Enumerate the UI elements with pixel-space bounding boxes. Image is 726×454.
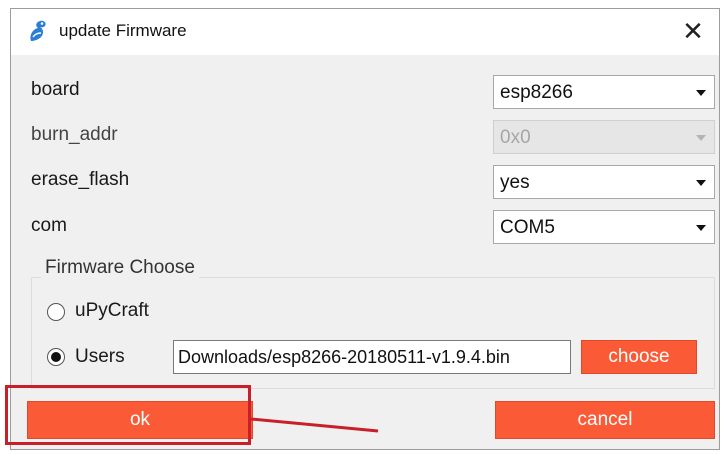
ok-button[interactable]: ok	[27, 401, 253, 439]
erase-flash-label: erase_flash	[31, 169, 130, 190]
erase-flash-select[interactable]: yes	[493, 165, 715, 199]
close-icon: ✕	[682, 15, 704, 46]
burn-addr-select-value: 0x0	[500, 127, 531, 148]
uPyCraft-logo-icon	[27, 19, 49, 43]
cancel-button-label: cancel	[577, 409, 633, 430]
users-radio[interactable]	[47, 348, 65, 366]
close-button[interactable]: ✕	[675, 13, 711, 49]
com-select[interactable]: COM5	[493, 210, 715, 244]
chevron-down-icon	[696, 90, 706, 96]
cancel-button[interactable]: cancel	[495, 401, 715, 439]
firmware-choose-legend: Firmware Choose	[41, 257, 199, 279]
upycraft-radio-label[interactable]: uPyCraft	[75, 300, 149, 322]
board-select-value: esp8266	[500, 82, 573, 103]
burn-addr-label: burn_addr	[31, 124, 118, 145]
erase-flash-select-value: yes	[500, 172, 530, 193]
choose-button-label: choose	[608, 346, 670, 367]
update-firmware-dialog: update Firmware ✕ board esp8266 burn_add…	[10, 8, 720, 450]
board-select[interactable]: esp8266	[493, 75, 715, 109]
upycraft-radio[interactable]	[47, 303, 65, 321]
title-bar: update Firmware ✕	[11, 9, 719, 55]
window-title: update Firmware	[59, 21, 187, 40]
users-radio-label[interactable]: Users	[75, 346, 125, 368]
burn-addr-select: 0x0	[493, 120, 715, 154]
ok-button-label: ok	[129, 409, 151, 430]
board-label: board	[31, 79, 80, 100]
choose-button[interactable]: choose	[581, 340, 697, 374]
firmware-path-input[interactable]	[173, 340, 571, 374]
com-label: com	[31, 215, 67, 236]
chevron-down-icon	[696, 180, 706, 186]
com-select-value: COM5	[500, 217, 555, 238]
chevron-down-icon	[696, 225, 706, 231]
chevron-down-icon	[696, 135, 706, 141]
